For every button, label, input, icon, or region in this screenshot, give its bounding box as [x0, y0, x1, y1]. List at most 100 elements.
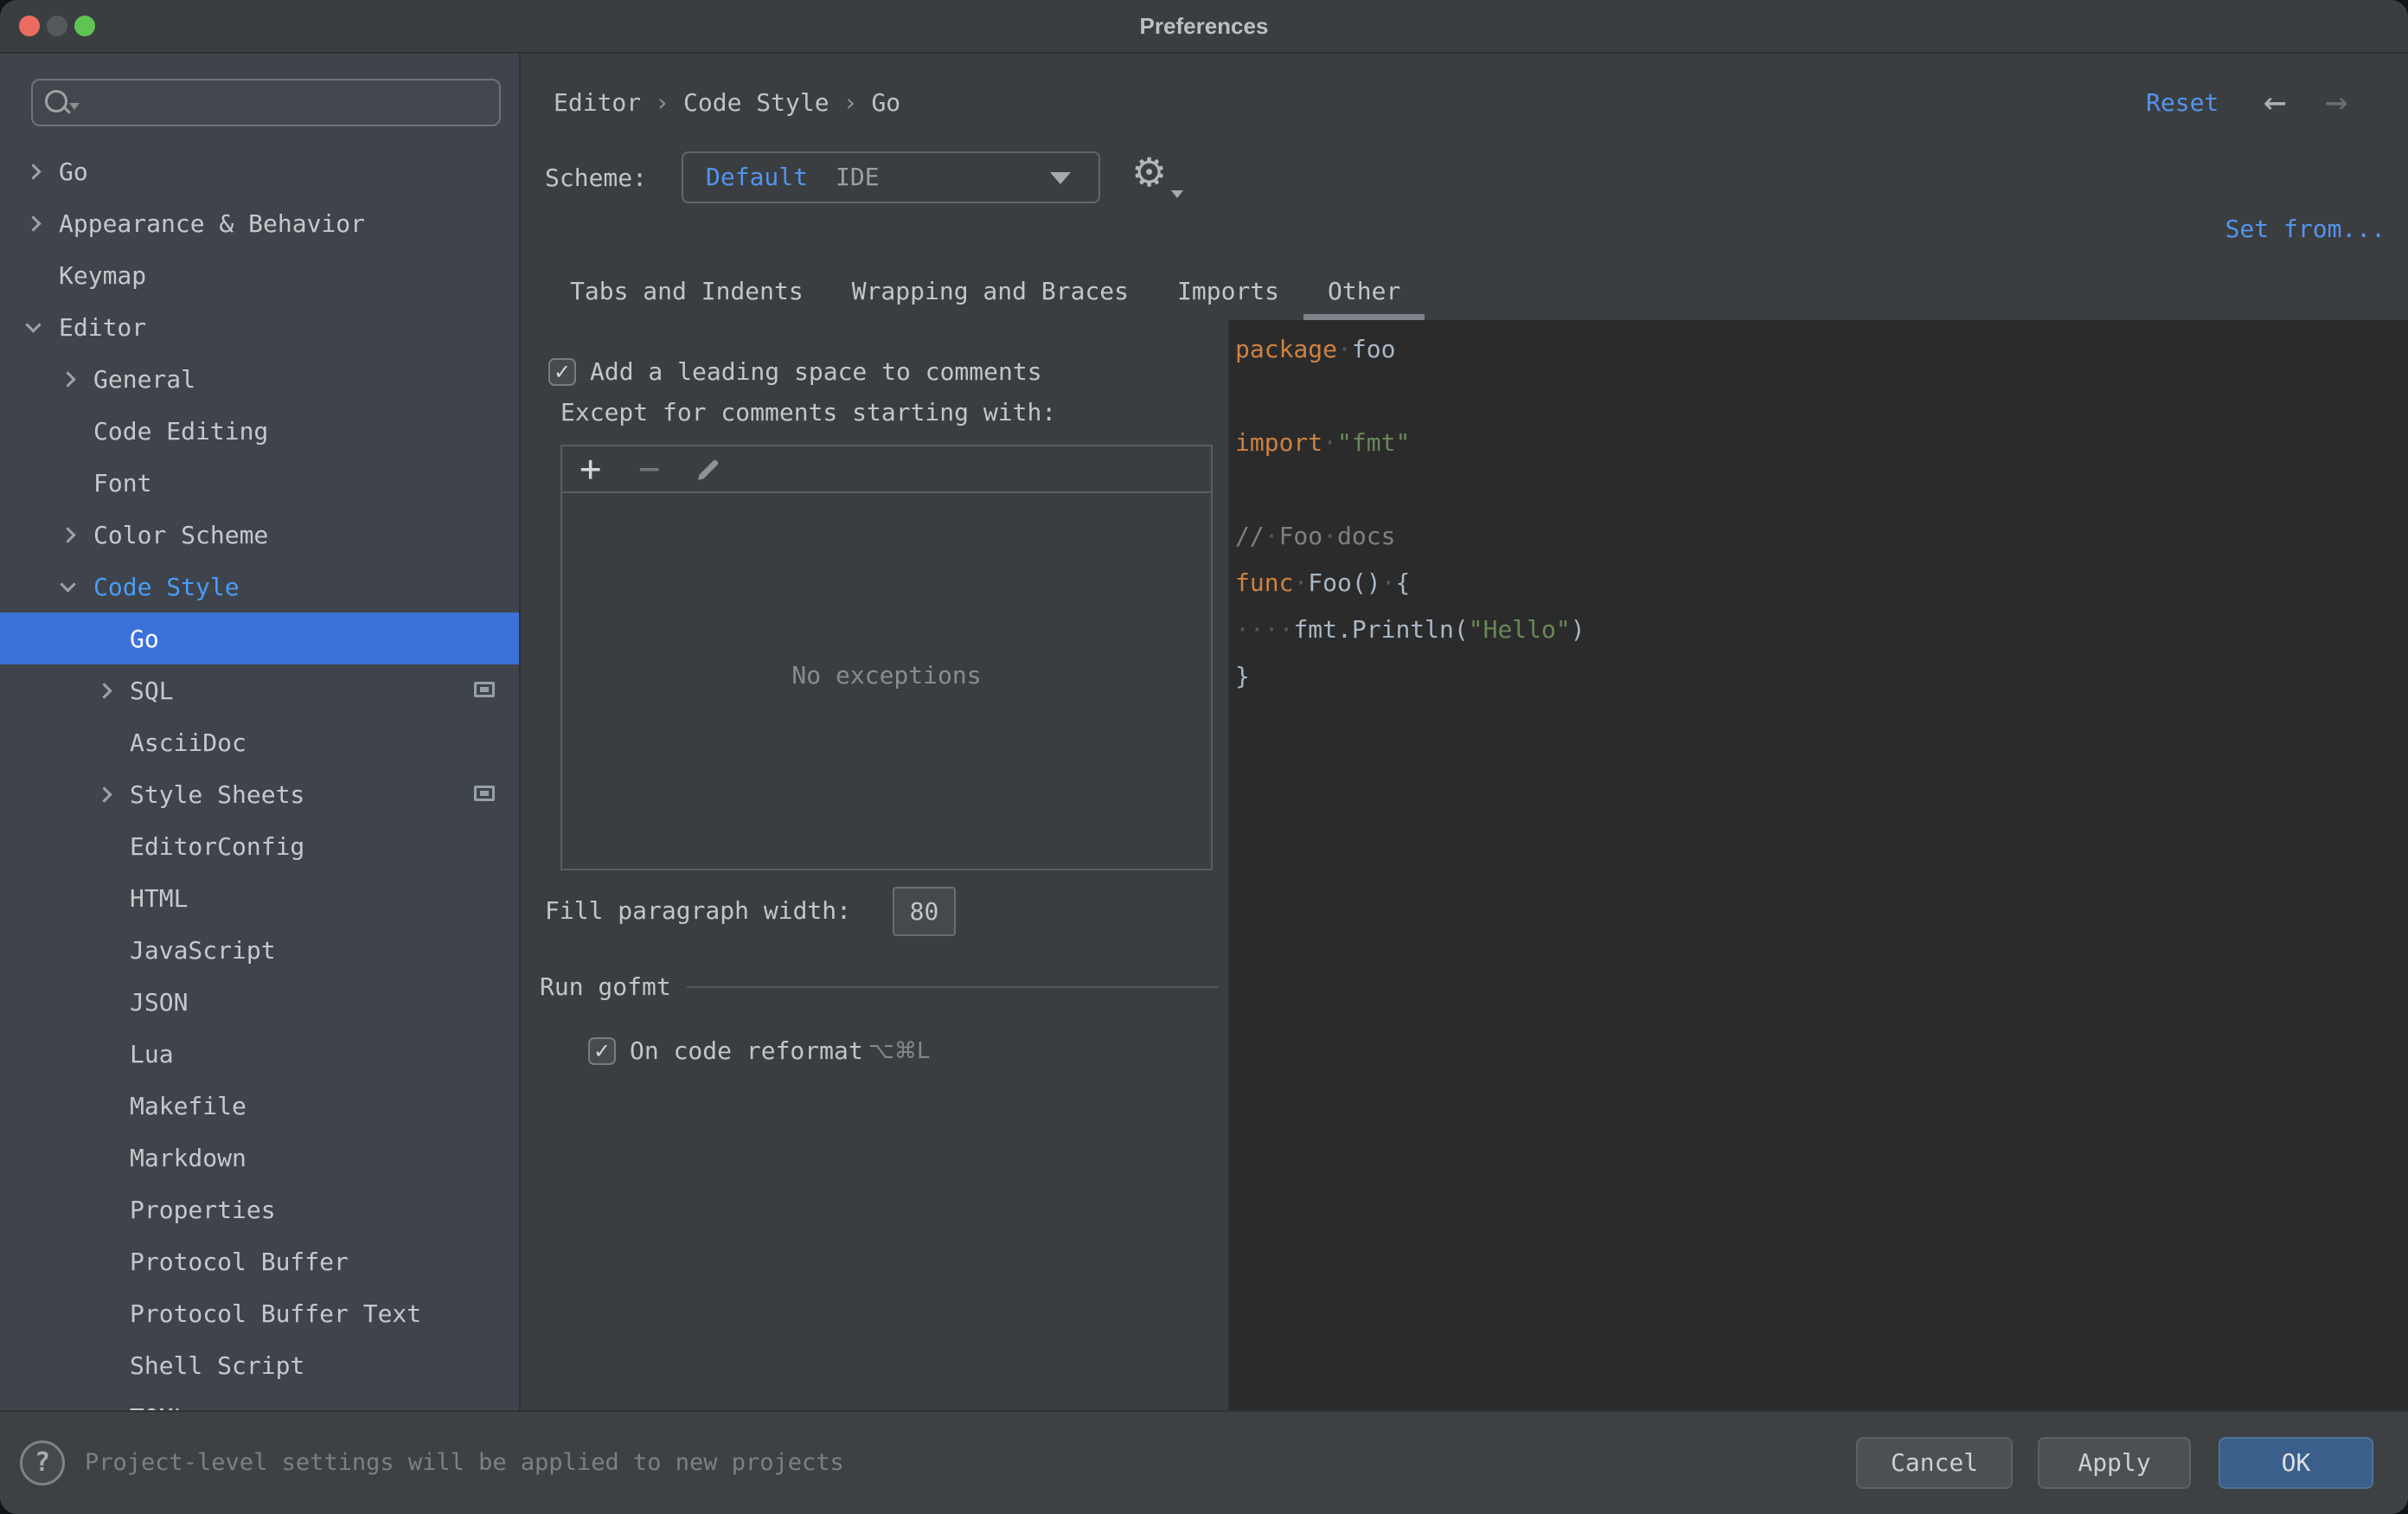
ok-button[interactable]: OK	[2219, 1437, 2373, 1489]
sidebar-item-label: Keymap	[59, 261, 146, 290]
search-icon	[45, 90, 67, 112]
sidebar-item-label: Color Scheme	[93, 521, 268, 549]
sidebar-item-markdown[interactable]: Markdown	[0, 1132, 519, 1184]
tab-wrapping-and-braces[interactable]: Wrapping and Braces	[852, 270, 1129, 320]
code-line: func·Foo()·{	[1228, 560, 2408, 606]
chevron-right-icon[interactable]	[61, 372, 74, 386]
tab-imports[interactable]: Imports	[1177, 270, 1279, 320]
settings-search-box[interactable]	[31, 79, 501, 126]
sidebar-item-lua[interactable]: Lua	[0, 1028, 519, 1080]
tab-other[interactable]: Other	[1328, 270, 1400, 320]
leading-space-checkbox[interactable]: ✓	[548, 358, 576, 386]
sidebar-item-label: Go	[59, 157, 88, 186]
chevron-down-icon[interactable]	[61, 580, 74, 593]
sidebar-item-general[interactable]: General	[0, 353, 519, 405]
sidebar-item-javascript[interactable]: JavaScript	[0, 924, 519, 976]
code-line: //·Foo·docs	[1228, 513, 2408, 560]
sidebar-item-label: Style Sheets	[130, 780, 304, 809]
fill-paragraph-width-input[interactable]	[893, 887, 956, 936]
sidebar-item-label: General	[93, 365, 195, 394]
sidebar-item-editor[interactable]: Editor	[0, 301, 519, 353]
scheme-gear-icon[interactable]: ⚙	[1131, 149, 1167, 196]
chevron-down-icon[interactable]	[26, 320, 40, 334]
chevron-right-icon[interactable]	[61, 528, 74, 542]
sidebar-item-properties[interactable]: Properties	[0, 1184, 519, 1235]
back-arrow-icon[interactable]: ←	[2264, 80, 2287, 125]
chevron-right-icon[interactable]	[97, 787, 111, 801]
code-line	[1228, 373, 2408, 420]
chevron-spacer	[97, 1151, 111, 1164]
sidebar-item-label: Markdown	[130, 1144, 247, 1172]
breadcrumb-code-style[interactable]: Code Style	[683, 88, 829, 117]
code-line: import·"fmt"	[1228, 420, 2408, 466]
chevron-spacer	[97, 1099, 111, 1113]
sidebar-item-font[interactable]: Font	[0, 457, 519, 509]
sidebar-item-json[interactable]: JSON	[0, 976, 519, 1028]
leading-space-label[interactable]: Add a leading space to comments	[590, 356, 1042, 388]
breadcrumb: Editor›Code Style›Go	[554, 86, 900, 120]
chevron-spacer	[97, 1306, 111, 1320]
sidebar-item-go[interactable]: Go	[0, 145, 519, 197]
set-from-link[interactable]: Set from...	[2225, 212, 2386, 247]
sidebar-item-code-style[interactable]: Code Style	[0, 561, 519, 613]
chevron-spacer	[97, 735, 111, 749]
sidebar-item-appearance-behavior[interactable]: Appearance & Behavior	[0, 197, 519, 249]
code-preview-panel: package·fooimport·"fmt"//·Foo·docsfunc·F…	[1228, 320, 2408, 1412]
chevron-right-icon[interactable]	[26, 216, 40, 230]
search-input[interactable]	[85, 82, 492, 123]
exceptions-toolbar: + −	[562, 446, 1211, 493]
sidebar-item-label: Protocol Buffer Text	[130, 1299, 421, 1328]
code-line: }	[1228, 653, 2408, 700]
settings-content: Editor›Code Style›Go Reset ← → Scheme: D…	[521, 54, 2408, 1412]
tab-tabs-and-indents[interactable]: Tabs and Indents	[570, 270, 804, 320]
sidebar-item-label: Protocol Buffer	[130, 1248, 349, 1276]
sidebar-item-color-scheme[interactable]: Color Scheme	[0, 509, 519, 561]
chevron-spacer	[61, 424, 74, 438]
search-options-caret-icon[interactable]	[69, 103, 80, 110]
sidebar-item-keymap[interactable]: Keymap	[0, 249, 519, 301]
chevron-right-icon[interactable]	[97, 683, 111, 697]
chevron-spacer	[97, 995, 111, 1009]
breadcrumb-editor[interactable]: Editor	[554, 88, 641, 117]
sidebar-item-style-sheets[interactable]: Style Sheets	[0, 768, 519, 820]
sidebar-item-html[interactable]: HTML	[0, 872, 519, 924]
sidebar-item-makefile[interactable]: Makefile	[0, 1080, 519, 1132]
sidebar-item-code-editing[interactable]: Code Editing	[0, 405, 519, 457]
chevron-right-icon[interactable]	[26, 164, 40, 178]
scheme-label: Scheme:	[545, 161, 647, 196]
window-title: Preferences	[0, 0, 2408, 52]
add-exception-icon[interactable]: +	[580, 448, 601, 490]
breadcrumb-separator: ›	[843, 88, 858, 117]
remove-exception-icon: −	[638, 448, 660, 490]
sidebar-item-editorconfig[interactable]: EditorConfig	[0, 820, 519, 872]
chevron-spacer	[97, 1203, 111, 1216]
scheme-value-suffix: IDE	[836, 153, 880, 202]
scheme-dropdown[interactable]: Default IDE	[682, 151, 1100, 203]
on-code-reformat-checkbox[interactable]: ✓	[588, 1037, 616, 1065]
cancel-button[interactable]: Cancel	[1856, 1437, 2013, 1489]
code-line: ····fmt.Println("Hello")	[1228, 606, 2408, 653]
sidebar-item-label: HTML	[130, 884, 188, 913]
sidebar-item-protocol-buffer[interactable]: Protocol Buffer	[0, 1235, 519, 1287]
sidebar-item-protocol-buffer-text[interactable]: Protocol Buffer Text	[0, 1287, 519, 1339]
sidebar-item-toml[interactable]: TOML	[0, 1391, 519, 1412]
run-gofmt-group-divider	[687, 986, 1219, 988]
sidebar-item-label: JSON	[130, 988, 188, 1017]
per-project-settings-icon	[474, 682, 495, 697]
sidebar-item-shell-script[interactable]: Shell Script	[0, 1339, 519, 1391]
sidebar-item-label: SQL	[130, 677, 174, 705]
apply-button[interactable]: Apply	[2038, 1437, 2191, 1489]
sidebar-item-label: Appearance & Behavior	[59, 209, 365, 238]
code-preview: package·fooimport·"fmt"//·Foo·docsfunc·F…	[1228, 320, 2408, 700]
sidebar-item-sql[interactable]: SQL	[0, 664, 519, 716]
help-icon[interactable]: ?	[20, 1440, 65, 1485]
sidebar-item-label: Makefile	[130, 1092, 247, 1120]
on-code-reformat-label[interactable]: On code reformat	[630, 1036, 863, 1067]
reset-link[interactable]: Reset	[2146, 86, 2219, 120]
sidebar-item-label: Font	[93, 469, 151, 497]
chevron-spacer	[97, 1358, 111, 1372]
sidebar-item-asciidoc[interactable]: AsciiDoc	[0, 716, 519, 768]
edit-exception-icon	[694, 455, 723, 488]
sidebar-item-go[interactable]: Go	[0, 613, 519, 664]
sidebar-item-label: Shell Script	[130, 1351, 304, 1380]
